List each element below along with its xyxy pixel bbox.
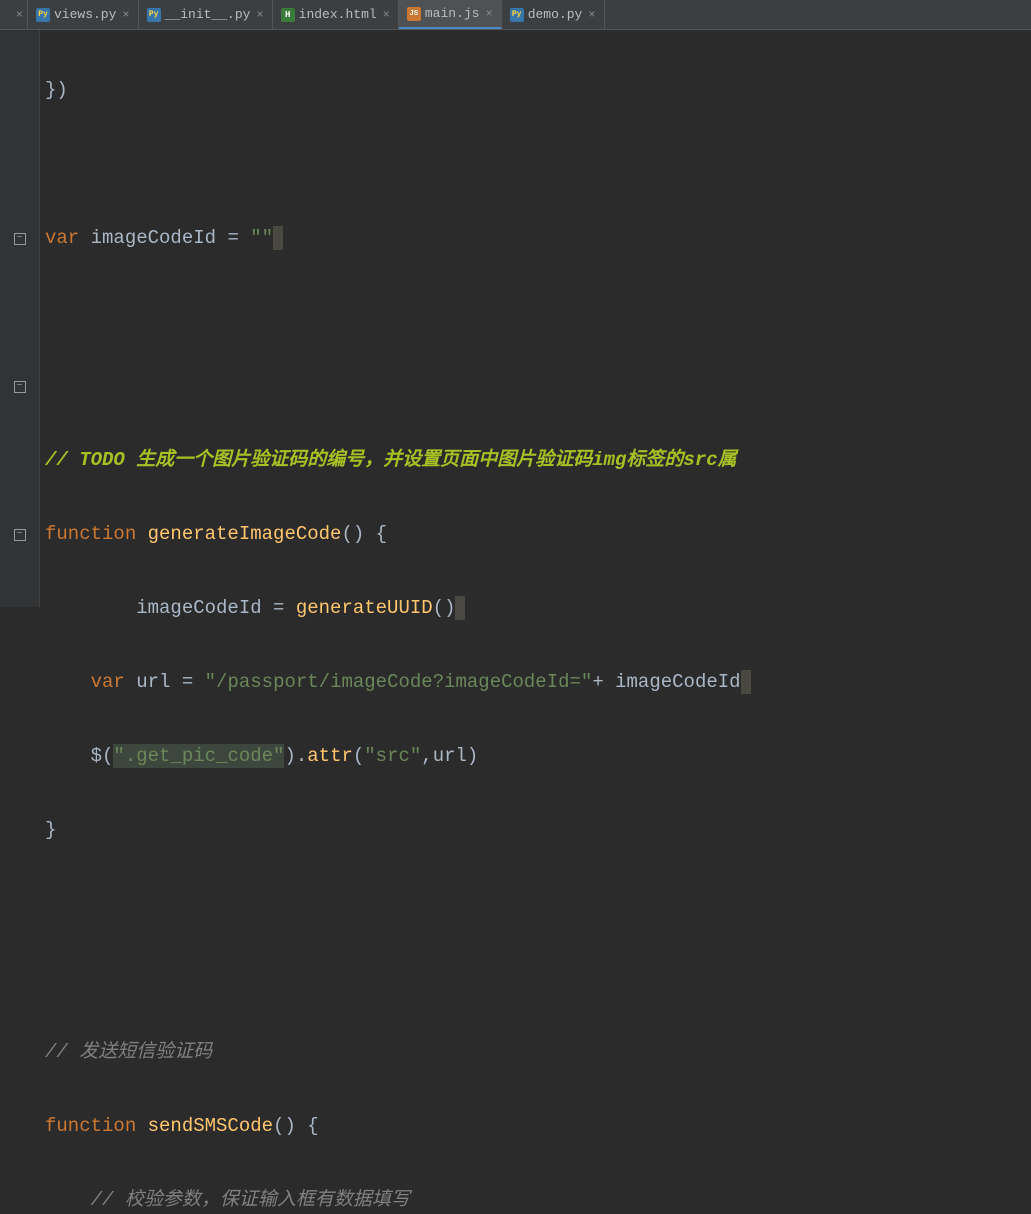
python-file-icon — [36, 8, 50, 22]
tab-label: __init__.py — [165, 7, 251, 22]
gutter[interactable]: − − − — [0, 30, 40, 607]
caret-highlight — [273, 226, 283, 250]
tab-main-js[interactable]: main.js × — [399, 0, 502, 29]
code-line — [45, 886, 1031, 923]
caret-highlight — [455, 596, 465, 620]
code-line: // 发送短信验证码 — [45, 1034, 1031, 1071]
fold-minus-icon[interactable]: − — [14, 233, 26, 245]
tab-init[interactable]: __init__.py × — [139, 0, 273, 29]
close-icon[interactable]: × — [122, 8, 129, 22]
fold-minus-icon[interactable]: − — [14, 381, 26, 393]
code-line: } — [45, 812, 1031, 849]
code-line: function sendSMSCode() { — [45, 1108, 1031, 1145]
code-line — [45, 368, 1031, 405]
close-icon[interactable]: × — [485, 7, 492, 21]
tab-views[interactable]: views.py × — [28, 0, 139, 29]
tab-partial-left[interactable]: × — [0, 0, 28, 29]
code-line: $(".get_pic_code").attr("src",url) — [45, 738, 1031, 775]
close-icon[interactable]: × — [16, 8, 23, 22]
tab-index[interactable]: index.html × — [273, 0, 399, 29]
code-line — [45, 294, 1031, 331]
python-file-icon — [510, 8, 524, 22]
close-icon[interactable]: × — [588, 8, 595, 22]
editor-area: − − − }) var imageCodeId = "" // TODO 生成… — [0, 30, 1031, 607]
tabs-bar: × views.py × __init__.py × index.html × … — [0, 0, 1031, 30]
tab-label: views.py — [54, 7, 116, 22]
code-line — [45, 146, 1031, 183]
tab-label: main.js — [425, 6, 480, 21]
js-file-icon — [407, 7, 421, 21]
tab-label: index.html — [299, 7, 377, 22]
code-line: }) — [45, 72, 1031, 109]
python-file-icon — [147, 8, 161, 22]
code-line: imageCodeId = generateUUID() — [45, 590, 1031, 627]
tab-demo[interactable]: demo.py × — [502, 0, 605, 29]
close-icon[interactable]: × — [256, 8, 263, 22]
code-line — [45, 960, 1031, 997]
fold-minus-icon[interactable]: − — [14, 529, 26, 541]
tab-label: demo.py — [528, 7, 583, 22]
code-line: var imageCodeId = "" — [45, 220, 1031, 257]
code-line: // 校验参数，保证输入框有数据填写 — [45, 1182, 1031, 1214]
code-line: function generateImageCode() { — [45, 516, 1031, 553]
html-file-icon — [281, 8, 295, 22]
code-line: var url = "/passport/imageCode?imageCode… — [45, 664, 1031, 701]
code-editor[interactable]: }) var imageCodeId = "" // TODO 生成一个图片验证… — [40, 30, 1031, 607]
caret-highlight — [741, 670, 751, 694]
code-line: // TODO 生成一个图片验证码的编号，并设置页面中图片验证码img标签的sr… — [45, 442, 1031, 479]
close-icon[interactable]: × — [383, 8, 390, 22]
